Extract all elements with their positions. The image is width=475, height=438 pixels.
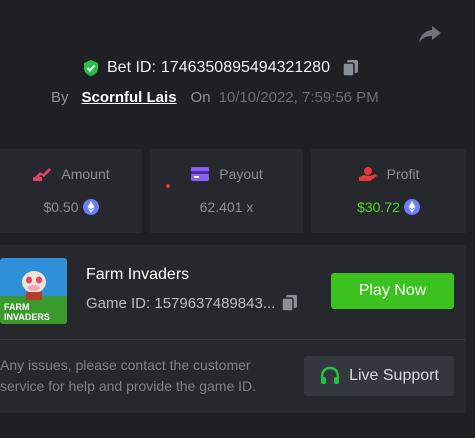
verified-shield-icon (84, 60, 98, 76)
bet-id-row: Bet ID: 1746350895494321280 (82, 57, 360, 79)
stat-label: Payout (219, 166, 263, 182)
stat-value: 62.401 x (199, 199, 254, 215)
thumb-title-line2: INVADERS (4, 312, 50, 322)
play-now-button[interactable]: Play Now (331, 273, 454, 309)
game-title: Farm Invaders (86, 266, 190, 283)
bet-id-value: 1746350895494321280 (160, 59, 330, 76)
game-id-value: Game ID: 1579637489843... (86, 294, 276, 312)
game-thumbnail[interactable]: FARM INVADERS (0, 258, 67, 324)
bet-timestamp: 10/10/2022, 7:59:56 PM (218, 88, 379, 106)
divider (0, 339, 466, 340)
live-support-label: Live Support (349, 367, 439, 384)
eth-coin-icon (403, 199, 420, 215)
bet-author-row: By Scornful Lais On 10/10/2022, 7:59:56 … (51, 87, 379, 107)
profit-hand-icon (358, 167, 377, 181)
stat-value: $30.72 (357, 199, 400, 215)
by-label: By (51, 88, 69, 106)
stat-card-amount: Amount $0.50 (0, 149, 142, 233)
stat-label: Amount (61, 166, 110, 182)
notification-dot (166, 184, 170, 188)
game-id-row: Game ID: 1579637489843... (86, 294, 299, 312)
support-message: Any issues, please contact the customer … (0, 357, 257, 394)
copy-icon[interactable] (281, 294, 299, 312)
stat-card-profit: Profit $30.72 (311, 149, 466, 233)
username-link[interactable]: Scornful Lais (82, 89, 177, 106)
amount-icon (33, 168, 52, 181)
headset-icon (320, 366, 340, 384)
copy-icon[interactable] (342, 59, 360, 77)
stat-label: Profit (386, 166, 420, 182)
stat-value: $0.50 (43, 199, 79, 215)
bet-id-label: Bet ID: (107, 59, 156, 76)
live-support-button[interactable]: Live Support (304, 356, 454, 396)
thumb-title-line1: FARM (4, 302, 30, 312)
on-label: On (190, 88, 211, 106)
stat-card-payout: Payout 62.401 x (150, 149, 303, 233)
payout-card-icon (191, 167, 210, 181)
share-icon[interactable] (418, 24, 442, 44)
eth-coin-icon (82, 199, 99, 215)
